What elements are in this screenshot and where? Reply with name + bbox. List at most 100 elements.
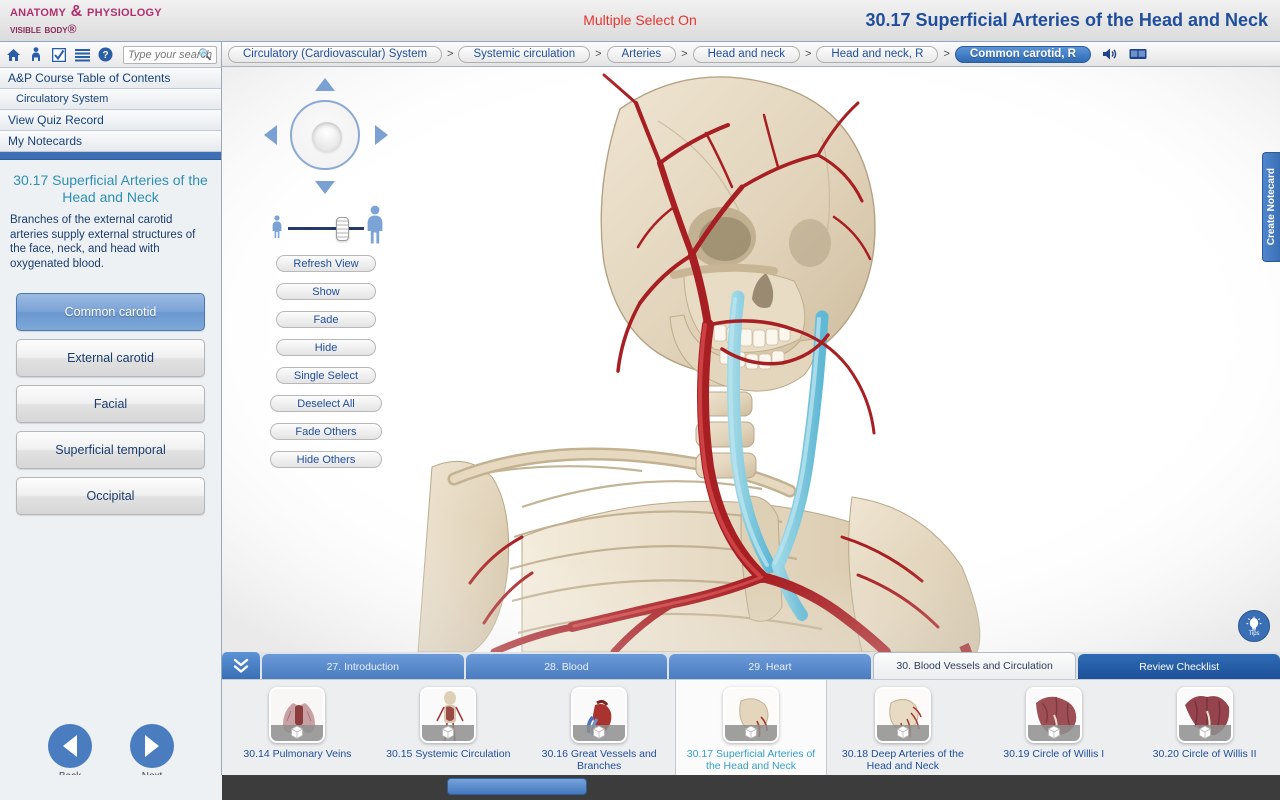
breadcrumb-item-systemic-circulation[interactable]: Systemic circulation bbox=[458, 46, 590, 63]
structure-button-external-carotid[interactable]: External carotid bbox=[16, 339, 205, 377]
home-icon[interactable] bbox=[4, 46, 22, 64]
tab-chapter-29[interactable]: 29. Heart bbox=[669, 654, 871, 679]
page-title: 30.17 Superficial Arteries of the Head a… bbox=[866, 10, 1269, 31]
cube-3d-icon bbox=[1048, 726, 1060, 739]
breadcrumb-separator: > bbox=[805, 48, 811, 60]
thumbnail-label: 30.18 Deep Arteries of the Head and Neck bbox=[830, 748, 975, 772]
cube-3d-icon bbox=[1199, 726, 1211, 739]
help-icon[interactable]: ? bbox=[96, 46, 114, 64]
sidebar-item-my-notecards[interactable]: My Notecards bbox=[0, 131, 221, 152]
lesson-title: 30.17 Superficial Arteries of the Head a… bbox=[10, 172, 211, 206]
tips-label: Tips bbox=[1248, 631, 1259, 637]
rotate-left-icon[interactable] bbox=[264, 125, 277, 145]
thumbnail-image-skull bbox=[723, 687, 779, 743]
tips-button[interactable]: Tips bbox=[1238, 610, 1270, 642]
sidebar-nav: A&P Course Table of Contents Circulatory… bbox=[0, 68, 221, 152]
body-icon[interactable] bbox=[27, 46, 45, 64]
single-select-button[interactable]: Single Select bbox=[276, 367, 376, 384]
search-box[interactable]: 🔍 bbox=[123, 46, 217, 64]
person-large-icon bbox=[364, 205, 386, 250]
breadcrumb-item-head-and-neck[interactable]: Head and neck bbox=[693, 46, 800, 63]
chapter-tab-strip: 27. Introduction 28. Blood 29. Heart 30.… bbox=[222, 652, 1280, 679]
thumbnail-image-body bbox=[420, 687, 476, 743]
fade-button[interactable]: Fade bbox=[276, 311, 376, 328]
thumbnail-label: 30.20 Circle of Willis II bbox=[1132, 748, 1277, 760]
create-notecard-tab[interactable]: Create Notecard bbox=[1262, 152, 1280, 262]
thumbnail-label: 30.17 Superficial Arteries of the Head a… bbox=[679, 748, 824, 772]
thumbnail-image-brain-1 bbox=[1026, 687, 1082, 743]
thumbnail-label: 30.15 Systemic Circulation bbox=[376, 748, 521, 760]
lesson-description: Branches of the external carotid arterie… bbox=[10, 213, 211, 271]
svg-text:?: ? bbox=[102, 50, 108, 61]
tab-review-checklist[interactable]: Review Checklist bbox=[1078, 654, 1280, 679]
horizontal-scrollbar[interactable] bbox=[222, 775, 1280, 800]
breadcrumb-item-head-and-neck-r[interactable]: Head and neck, R bbox=[816, 46, 938, 63]
cube-3d-icon bbox=[291, 726, 303, 739]
thumbnail-30-16[interactable]: 30.16 Great Vessels and Branches bbox=[524, 680, 675, 775]
hide-button[interactable]: Hide bbox=[276, 339, 376, 356]
thumbnail-30-15[interactable]: 30.15 Systemic Circulation bbox=[373, 680, 524, 775]
thumbnail-label: 30.16 Great Vessels and Branches bbox=[527, 748, 672, 772]
thumbnail-image-brain-2 bbox=[1177, 687, 1233, 743]
breadcrumb-item-arteries[interactable]: Arteries bbox=[607, 46, 677, 63]
rotate-ring[interactable] bbox=[290, 100, 360, 170]
refresh-view-button[interactable]: Refresh View bbox=[276, 255, 376, 272]
breadcrumb: Circulatory (Cardiovascular) System > Sy… bbox=[222, 42, 1280, 67]
thumbnail-30-20[interactable]: 30.20 Circle of Willis II bbox=[1129, 680, 1280, 775]
person-small-icon bbox=[270, 215, 284, 244]
breadcrumb-separator: > bbox=[447, 48, 453, 60]
structure-button-superficial-temporal[interactable]: Superficial temporal bbox=[16, 431, 205, 469]
fade-others-button[interactable]: Fade Others bbox=[270, 423, 382, 440]
rotate-down-icon[interactable] bbox=[315, 181, 335, 194]
thumbnail-30-19[interactable]: 30.19 Circle of Willis I bbox=[978, 680, 1129, 775]
thumbnail-30-14[interactable]: 30.14 Pulmonary Veins bbox=[222, 680, 373, 775]
rotate-up-icon[interactable] bbox=[315, 78, 335, 91]
sidebar-item-circulatory-system[interactable]: Circulatory System bbox=[0, 89, 221, 110]
rotate-knob[interactable] bbox=[312, 122, 342, 152]
structure-button-occipital[interactable]: Occipital bbox=[16, 477, 205, 515]
sidebar-divider bbox=[0, 152, 221, 160]
speaker-icon[interactable] bbox=[1102, 47, 1118, 61]
thumbnail-30-17[interactable]: 30.17 Superficial Arteries of the Head a… bbox=[675, 680, 828, 775]
quiz-checkbox-icon[interactable] bbox=[50, 46, 68, 64]
next-button[interactable]: Next bbox=[130, 724, 174, 782]
structure-button-common-carotid[interactable]: Common carotid bbox=[16, 293, 205, 331]
horizontal-scrollbar-thumb[interactable] bbox=[447, 778, 587, 795]
back-button[interactable]: Back bbox=[48, 724, 92, 782]
arrow-left-icon bbox=[63, 735, 77, 757]
show-button[interactable]: Show bbox=[276, 283, 376, 300]
thumbnail-image-skull-deep bbox=[875, 687, 931, 743]
rotate-dpad[interactable] bbox=[261, 75, 391, 195]
breadcrumb-item-common-carotid-r[interactable]: Common carotid, R bbox=[955, 46, 1091, 63]
contents-list-icon[interactable] bbox=[73, 46, 91, 64]
structure-button-facial[interactable]: Facial bbox=[16, 385, 205, 423]
create-notecard-label: Create Notecard bbox=[1266, 168, 1277, 245]
sidebar-item-toc[interactable]: A&P Course Table of Contents bbox=[0, 68, 221, 89]
hide-others-button[interactable]: Hide Others bbox=[270, 451, 382, 468]
tab-chapter-27[interactable]: 27. Introduction bbox=[262, 654, 464, 679]
tab-chapter-30[interactable]: 30. Blood Vessels and Circulation bbox=[873, 652, 1077, 679]
sidebar-bottom-filler bbox=[0, 775, 222, 800]
breadcrumb-separator: > bbox=[595, 48, 601, 60]
thumbnail-30-18[interactable]: 30.18 Deep Arteries of the Head and Neck bbox=[827, 680, 978, 775]
thumbnail-image-lungs bbox=[269, 687, 325, 743]
zoom-slider[interactable] bbox=[266, 205, 386, 247]
zoom-handle[interactable] bbox=[336, 217, 349, 241]
search-icon: 🔍 bbox=[198, 48, 212, 61]
app-root: Anatomy & Physiology Visible Body® Multi… bbox=[0, 0, 1280, 800]
breadcrumb-separator: > bbox=[681, 48, 687, 60]
book-icon[interactable] bbox=[1129, 48, 1147, 61]
breadcrumb-separator: > bbox=[943, 48, 949, 60]
deselect-all-button[interactable]: Deselect All bbox=[270, 395, 382, 412]
collapse-chevron-button[interactable] bbox=[222, 652, 260, 679]
top-header: Anatomy & Physiology Visible Body® Multi… bbox=[0, 0, 1280, 42]
cube-3d-icon bbox=[745, 726, 757, 739]
model-viewport[interactable]: Refresh View Show Fade Hide Single Selec… bbox=[222, 67, 1280, 652]
sidebar-item-quiz-record[interactable]: View Quiz Record bbox=[0, 110, 221, 131]
lesson-navigation: Back Next bbox=[0, 724, 222, 782]
cube-3d-icon bbox=[897, 726, 909, 739]
breadcrumb-item-circulatory-system[interactable]: Circulatory (Cardiovascular) System bbox=[228, 46, 442, 63]
rotate-right-icon[interactable] bbox=[375, 125, 388, 145]
zoom-track[interactable] bbox=[288, 227, 364, 230]
tab-chapter-28[interactable]: 28. Blood bbox=[466, 654, 668, 679]
